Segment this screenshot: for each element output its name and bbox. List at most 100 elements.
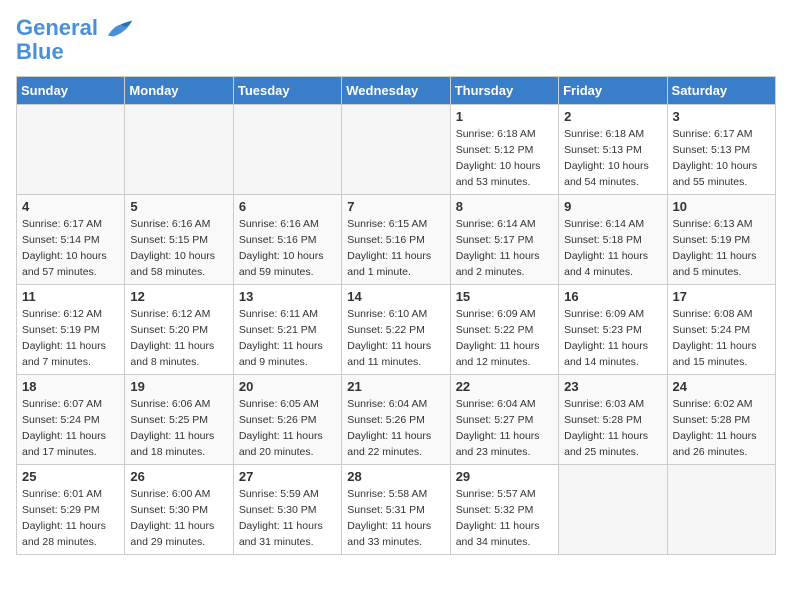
- day-info: Sunrise: 6:13 AM Sunset: 5:19 PM Dayligh…: [673, 217, 770, 280]
- day-number: 27: [239, 469, 336, 484]
- calendar-cell: 3 Sunrise: 6:17 AM Sunset: 5:13 PM Dayli…: [667, 105, 775, 195]
- day-number: 23: [564, 379, 661, 394]
- day-number: 15: [456, 289, 553, 304]
- day-info: Sunrise: 6:02 AM Sunset: 5:28 PM Dayligh…: [673, 397, 770, 460]
- day-info: Sunrise: 6:03 AM Sunset: 5:28 PM Dayligh…: [564, 397, 661, 460]
- calendar-cell: 2 Sunrise: 6:18 AM Sunset: 5:13 PM Dayli…: [559, 105, 667, 195]
- day-number: 25: [22, 469, 119, 484]
- calendar-cell: 11 Sunrise: 6:12 AM Sunset: 5:19 PM Dayl…: [17, 285, 125, 375]
- day-info: Sunrise: 5:58 AM Sunset: 5:31 PM Dayligh…: [347, 487, 444, 550]
- day-info: Sunrise: 6:12 AM Sunset: 5:20 PM Dayligh…: [130, 307, 227, 370]
- day-number: 12: [130, 289, 227, 304]
- calendar-cell: 25 Sunrise: 6:01 AM Sunset: 5:29 PM Dayl…: [17, 465, 125, 555]
- calendar-cell: [342, 105, 450, 195]
- day-info: Sunrise: 6:12 AM Sunset: 5:19 PM Dayligh…: [22, 307, 119, 370]
- calendar-cell: 20 Sunrise: 6:05 AM Sunset: 5:26 PM Dayl…: [233, 375, 341, 465]
- calendar-cell: 24 Sunrise: 6:02 AM Sunset: 5:28 PM Dayl…: [667, 375, 775, 465]
- day-number: 4: [22, 199, 119, 214]
- calendar-cell: 5 Sunrise: 6:16 AM Sunset: 5:15 PM Dayli…: [125, 195, 233, 285]
- day-info: Sunrise: 5:57 AM Sunset: 5:32 PM Dayligh…: [456, 487, 553, 550]
- day-info: Sunrise: 6:17 AM Sunset: 5:14 PM Dayligh…: [22, 217, 119, 280]
- day-info: Sunrise: 6:04 AM Sunset: 5:27 PM Dayligh…: [456, 397, 553, 460]
- calendar-cell: [667, 465, 775, 555]
- day-number: 9: [564, 199, 661, 214]
- calendar-cell: 14 Sunrise: 6:10 AM Sunset: 5:22 PM Dayl…: [342, 285, 450, 375]
- day-info: Sunrise: 6:04 AM Sunset: 5:26 PM Dayligh…: [347, 397, 444, 460]
- day-info: Sunrise: 6:06 AM Sunset: 5:25 PM Dayligh…: [130, 397, 227, 460]
- day-header-monday: Monday: [125, 77, 233, 105]
- day-info: Sunrise: 6:18 AM Sunset: 5:13 PM Dayligh…: [564, 127, 661, 190]
- calendar-cell: 15 Sunrise: 6:09 AM Sunset: 5:22 PM Dayl…: [450, 285, 558, 375]
- day-info: Sunrise: 6:16 AM Sunset: 5:16 PM Dayligh…: [239, 217, 336, 280]
- logo: General Blue: [16, 16, 134, 64]
- day-header-sunday: Sunday: [17, 77, 125, 105]
- day-number: 22: [456, 379, 553, 394]
- day-info: Sunrise: 6:14 AM Sunset: 5:18 PM Dayligh…: [564, 217, 661, 280]
- calendar-cell: 4 Sunrise: 6:17 AM Sunset: 5:14 PM Dayli…: [17, 195, 125, 285]
- logo-text2: Blue: [16, 40, 134, 64]
- calendar-cell: 6 Sunrise: 6:16 AM Sunset: 5:16 PM Dayli…: [233, 195, 341, 285]
- day-info: Sunrise: 6:01 AM Sunset: 5:29 PM Dayligh…: [22, 487, 119, 550]
- day-number: 19: [130, 379, 227, 394]
- day-number: 28: [347, 469, 444, 484]
- day-number: 14: [347, 289, 444, 304]
- calendar-cell: 8 Sunrise: 6:14 AM Sunset: 5:17 PM Dayli…: [450, 195, 558, 285]
- day-info: Sunrise: 6:16 AM Sunset: 5:15 PM Dayligh…: [130, 217, 227, 280]
- day-header-wednesday: Wednesday: [342, 77, 450, 105]
- day-info: Sunrise: 6:15 AM Sunset: 5:16 PM Dayligh…: [347, 217, 444, 280]
- day-number: 2: [564, 109, 661, 124]
- day-number: 8: [456, 199, 553, 214]
- day-number: 11: [22, 289, 119, 304]
- calendar-cell: 17 Sunrise: 6:08 AM Sunset: 5:24 PM Dayl…: [667, 285, 775, 375]
- day-info: Sunrise: 6:05 AM Sunset: 5:26 PM Dayligh…: [239, 397, 336, 460]
- calendar-cell: [17, 105, 125, 195]
- day-number: 24: [673, 379, 770, 394]
- calendar-cell: 16 Sunrise: 6:09 AM Sunset: 5:23 PM Dayl…: [559, 285, 667, 375]
- day-number: 29: [456, 469, 553, 484]
- day-number: 18: [22, 379, 119, 394]
- day-header-friday: Friday: [559, 77, 667, 105]
- day-number: 21: [347, 379, 444, 394]
- day-info: Sunrise: 6:10 AM Sunset: 5:22 PM Dayligh…: [347, 307, 444, 370]
- day-number: 5: [130, 199, 227, 214]
- calendar-cell: [125, 105, 233, 195]
- day-number: 7: [347, 199, 444, 214]
- calendar-cell: 1 Sunrise: 6:18 AM Sunset: 5:12 PM Dayli…: [450, 105, 558, 195]
- day-header-thursday: Thursday: [450, 77, 558, 105]
- day-header-saturday: Saturday: [667, 77, 775, 105]
- day-number: 6: [239, 199, 336, 214]
- day-info: Sunrise: 6:18 AM Sunset: 5:12 PM Dayligh…: [456, 127, 553, 190]
- calendar-cell: [233, 105, 341, 195]
- calendar-cell: 27 Sunrise: 5:59 AM Sunset: 5:30 PM Dayl…: [233, 465, 341, 555]
- day-number: 10: [673, 199, 770, 214]
- day-number: 17: [673, 289, 770, 304]
- day-number: 26: [130, 469, 227, 484]
- day-info: Sunrise: 6:09 AM Sunset: 5:22 PM Dayligh…: [456, 307, 553, 370]
- calendar-table: SundayMondayTuesdayWednesdayThursdayFrid…: [16, 76, 776, 555]
- day-info: Sunrise: 6:17 AM Sunset: 5:13 PM Dayligh…: [673, 127, 770, 190]
- calendar-cell: 22 Sunrise: 6:04 AM Sunset: 5:27 PM Dayl…: [450, 375, 558, 465]
- day-info: Sunrise: 6:07 AM Sunset: 5:24 PM Dayligh…: [22, 397, 119, 460]
- calendar-cell: 9 Sunrise: 6:14 AM Sunset: 5:18 PM Dayli…: [559, 195, 667, 285]
- day-info: Sunrise: 6:11 AM Sunset: 5:21 PM Dayligh…: [239, 307, 336, 370]
- logo-text: General: [16, 16, 134, 40]
- day-info: Sunrise: 6:09 AM Sunset: 5:23 PM Dayligh…: [564, 307, 661, 370]
- day-number: 1: [456, 109, 553, 124]
- calendar-cell: 7 Sunrise: 6:15 AM Sunset: 5:16 PM Dayli…: [342, 195, 450, 285]
- calendar-cell: 28 Sunrise: 5:58 AM Sunset: 5:31 PM Dayl…: [342, 465, 450, 555]
- day-number: 3: [673, 109, 770, 124]
- calendar-cell: 13 Sunrise: 6:11 AM Sunset: 5:21 PM Dayl…: [233, 285, 341, 375]
- calendar-cell: 26 Sunrise: 6:00 AM Sunset: 5:30 PM Dayl…: [125, 465, 233, 555]
- calendar-cell: 18 Sunrise: 6:07 AM Sunset: 5:24 PM Dayl…: [17, 375, 125, 465]
- calendar-cell: 19 Sunrise: 6:06 AM Sunset: 5:25 PM Dayl…: [125, 375, 233, 465]
- day-number: 13: [239, 289, 336, 304]
- calendar-cell: 21 Sunrise: 6:04 AM Sunset: 5:26 PM Dayl…: [342, 375, 450, 465]
- day-info: Sunrise: 6:14 AM Sunset: 5:17 PM Dayligh…: [456, 217, 553, 280]
- day-info: Sunrise: 6:00 AM Sunset: 5:30 PM Dayligh…: [130, 487, 227, 550]
- day-info: Sunrise: 6:08 AM Sunset: 5:24 PM Dayligh…: [673, 307, 770, 370]
- calendar-cell: 23 Sunrise: 6:03 AM Sunset: 5:28 PM Dayl…: [559, 375, 667, 465]
- day-info: Sunrise: 5:59 AM Sunset: 5:30 PM Dayligh…: [239, 487, 336, 550]
- page-header: General Blue: [16, 16, 776, 64]
- calendar-cell: 12 Sunrise: 6:12 AM Sunset: 5:20 PM Dayl…: [125, 285, 233, 375]
- day-number: 20: [239, 379, 336, 394]
